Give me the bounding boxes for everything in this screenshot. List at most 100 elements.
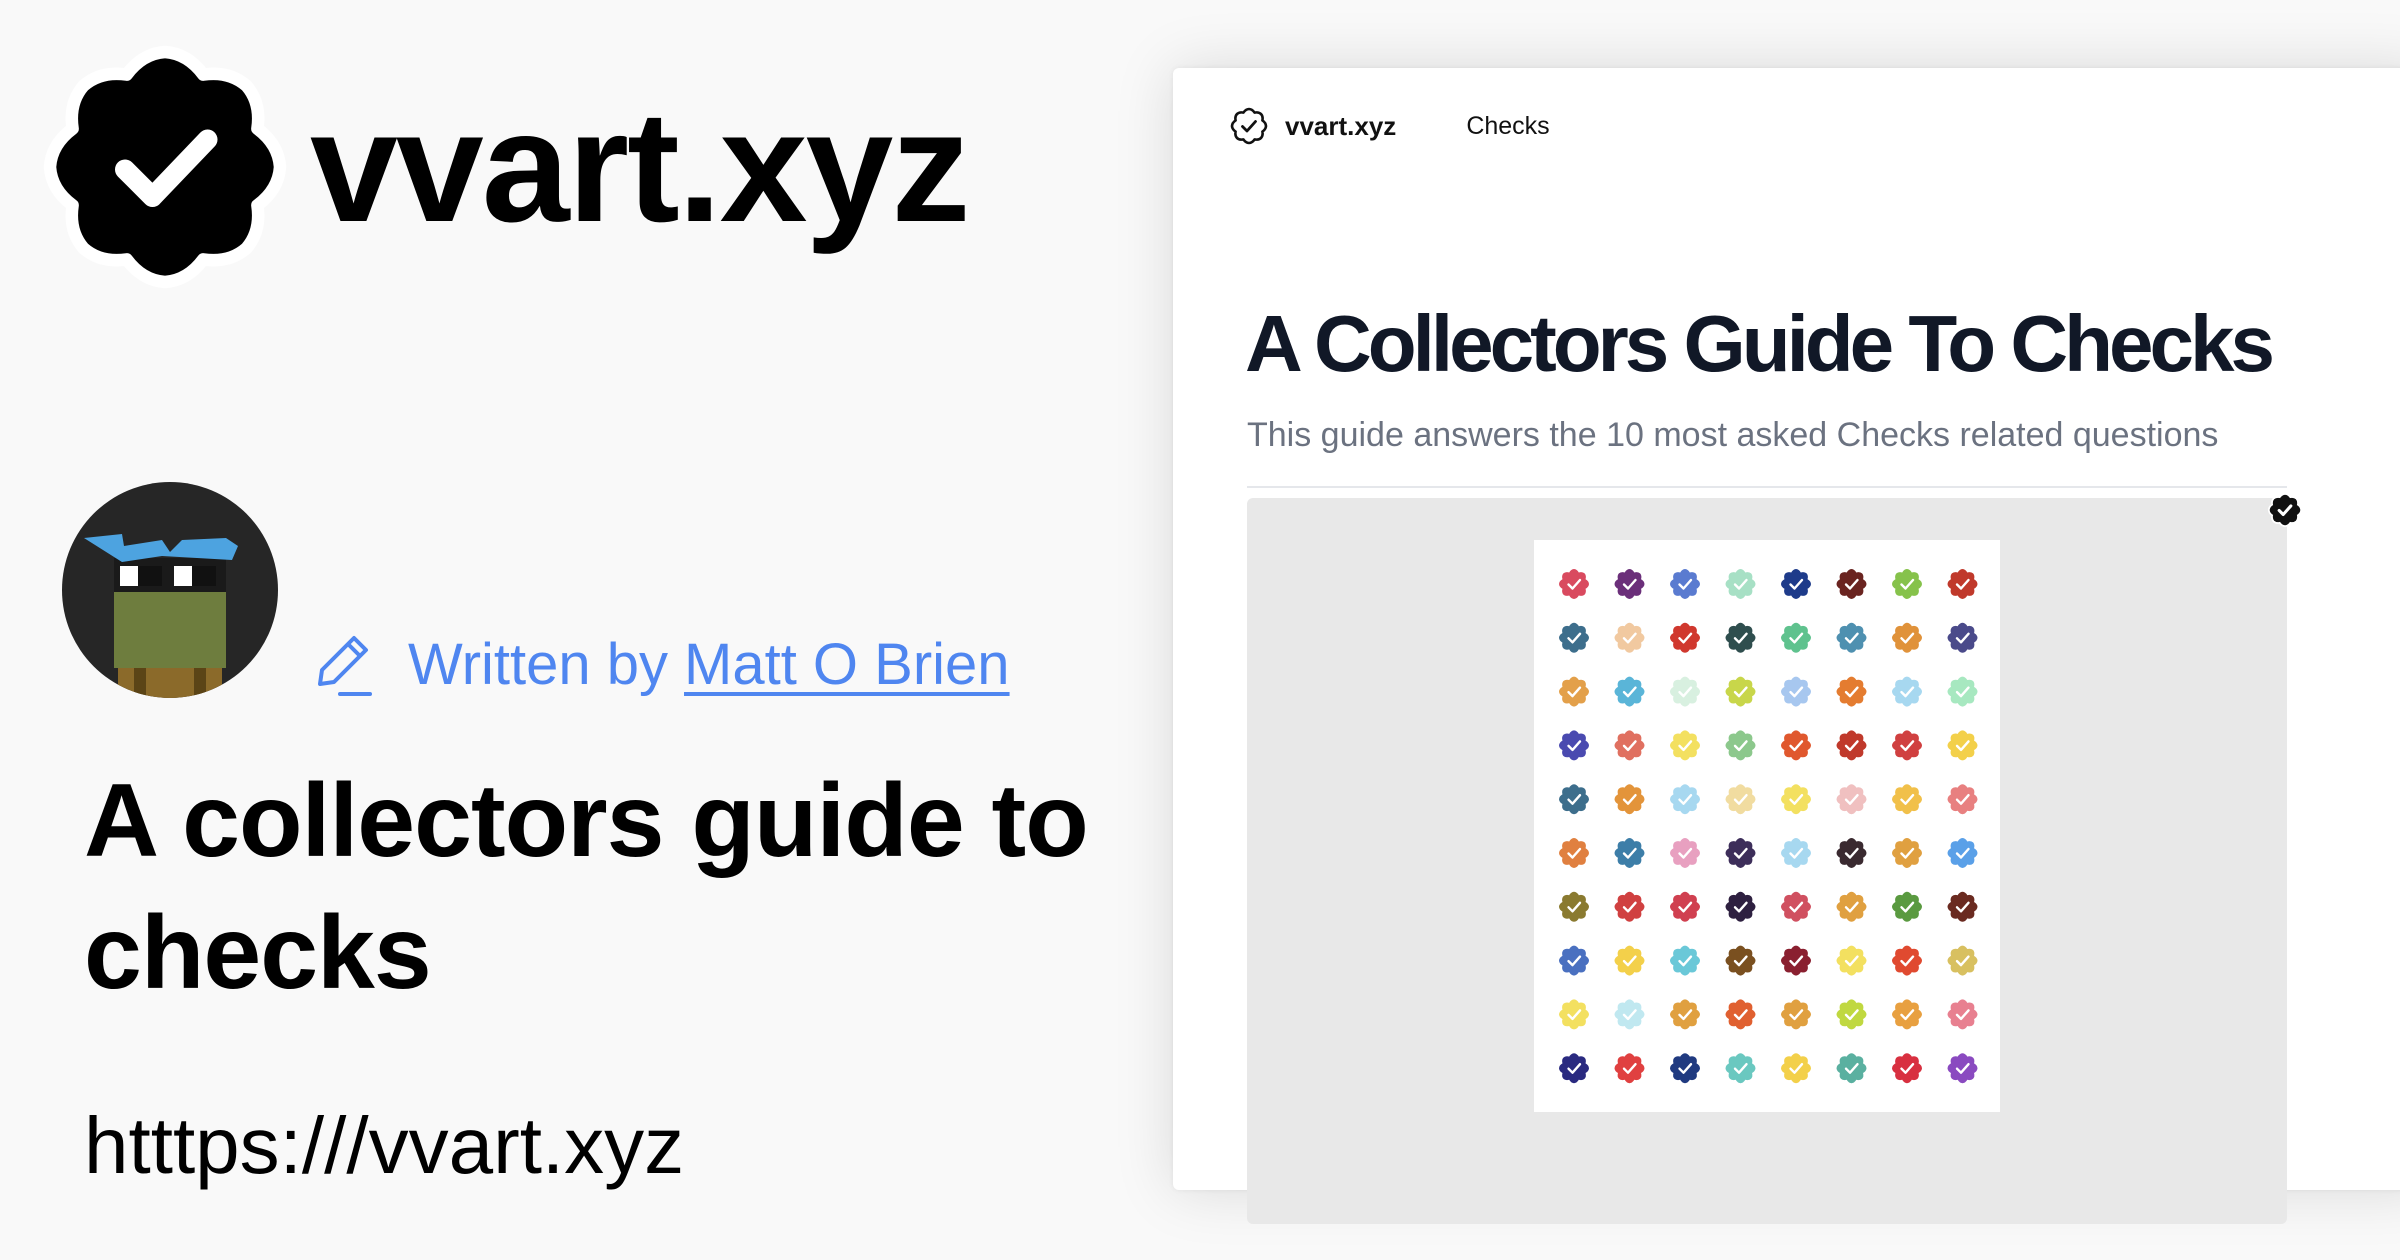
check-item [1559,838,1589,868]
website-preview: vvart.xyz Checks A Collectors Guide To C… [1173,68,2400,1224]
check-item [1781,891,1811,922]
article-subtitle: This guide answers the 10 most asked Che… [1247,416,2219,454]
check-item [1670,891,1700,922]
check-item [1947,999,1978,1030]
check-item [1725,676,1756,707]
check-item [1559,676,1589,707]
check-item [1725,569,1756,599]
check-item [1670,676,1700,707]
check-item [1836,569,1867,599]
author-byline: Written by Matt O Brien [306,628,1010,700]
verified-check-logo-icon[interactable] [1229,106,1269,146]
site-nav: vvart.xyz Checks [1229,98,1550,154]
check-item [1947,676,1978,707]
check-item [1670,569,1700,599]
check-item [1836,891,1867,922]
check-item [1892,999,1922,1030]
check-item [1892,730,1922,761]
verified-check-badge-icon [43,45,287,289]
brand-name: vvart.xyz [310,79,970,255]
check-item [1892,569,1922,599]
check-item [1836,784,1867,815]
check-item [1559,999,1589,1030]
check-item [1781,999,1811,1030]
check-item [1947,622,1978,653]
hero-title: A collectors guide to checks [84,763,1089,1011]
check-item [1725,945,1756,976]
check-item [1614,676,1645,707]
check-item [1670,622,1700,653]
check-item [1614,999,1645,1030]
written-by-label: Written by [408,631,669,697]
check-item [1947,838,1978,868]
check-item [1725,1053,1756,1084]
check-item [1781,945,1811,976]
check-item [1559,784,1589,815]
check-item [1836,676,1867,707]
check-item [1892,945,1922,976]
check-item [1781,784,1811,815]
verified-check-badge-small-icon [2267,492,2303,528]
artwork-frame [1247,498,2287,1224]
check-item [1892,622,1922,653]
check-item [1670,945,1700,976]
check-item [1670,784,1700,815]
checks-artwork [1534,540,2000,1112]
check-item [1892,784,1922,815]
check-item [1614,838,1645,868]
check-item [1836,730,1867,761]
check-item [1892,1053,1922,1084]
check-item [1559,1053,1589,1084]
check-item [1947,891,1978,922]
check-item [1781,622,1811,653]
check-item [1559,891,1589,922]
check-item [1670,838,1700,868]
check-item [1836,945,1867,976]
check-item [1725,730,1756,761]
check-item [1559,622,1589,653]
check-item [1781,676,1811,707]
check-item [1836,1053,1867,1084]
check-item [1836,999,1867,1030]
site-logo-name[interactable]: vvart.xyz [1285,111,1396,142]
divider [1247,486,2287,488]
check-item [1947,730,1978,761]
check-item [1947,945,1978,976]
check-item [1725,891,1756,922]
check-item [1559,730,1589,761]
check-item [1614,622,1645,653]
author-link[interactable]: Matt O Brien [684,631,1010,698]
article-title: A Collectors Guide To Checks [1245,299,2275,388]
pencil-icon [318,636,372,696]
author-avatar [62,482,278,698]
check-item [1725,622,1756,653]
check-item [1725,838,1756,868]
check-item [1614,1053,1645,1084]
check-item [1781,569,1811,599]
check-item [1614,730,1645,761]
check-item [1947,1053,1978,1084]
check-item [1947,569,1978,599]
check-item [1836,622,1867,653]
check-item [1614,945,1645,976]
check-item [1670,1053,1700,1084]
check-item [1725,999,1756,1030]
check-item [1836,838,1867,868]
check-item [1614,891,1645,922]
check-item [1670,999,1700,1030]
check-item [1559,569,1589,599]
check-item [1559,945,1589,976]
brand-header: vvart.xyz [40,42,970,292]
check-item [1725,784,1756,815]
check-item [1892,676,1922,707]
nav-link-checks[interactable]: Checks [1466,112,1549,141]
check-item [1947,784,1978,815]
hero-url: htttps:///vvart.xyz [84,1101,685,1190]
check-item [1781,730,1811,761]
check-item [1670,730,1700,761]
checks-grid [1559,569,1978,1084]
check-item [1781,838,1811,868]
check-item [1614,784,1645,815]
check-item [1614,569,1645,599]
check-item [1781,1053,1811,1084]
